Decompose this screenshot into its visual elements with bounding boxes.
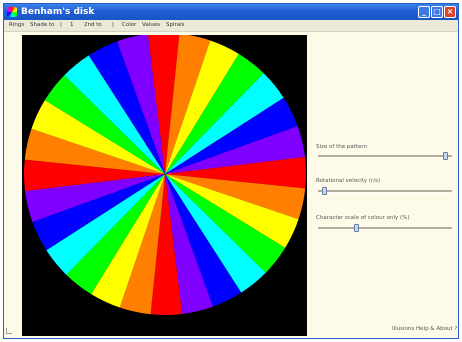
close-button[interactable]: × <box>444 6 456 18</box>
color-scale-slider[interactable] <box>318 224 452 232</box>
minimize-button[interactable]: _ <box>418 6 430 18</box>
pattern-size-slider[interactable] <box>318 152 452 160</box>
rotational-velocity-thumb[interactable] <box>322 187 327 195</box>
menu-item-spirals[interactable]: Spirals <box>166 20 185 31</box>
pinwheel-canvas[interactable] <box>22 33 307 336</box>
menu-item-rings[interactable]: Rings <box>9 20 24 31</box>
pattern-size-label: Size of the pattern <box>316 144 368 150</box>
rotational-velocity-slider[interactable] <box>318 187 452 195</box>
menu-separator: | <box>112 22 114 28</box>
window-title: Benham's disk <box>21 7 95 17</box>
color-scale-label: Character scale of colour only (%) <box>316 215 410 221</box>
title-bar[interactable]: Benham's disk _ □ × <box>4 4 458 20</box>
help-about-link[interactable]: Illusions Help & About ? <box>392 326 457 332</box>
color-scale-thumb[interactable] <box>354 224 359 232</box>
menu-bar: Rings Shade to | 1 2nd to | Color Values… <box>4 20 458 32</box>
menu-separator: | <box>60 22 62 28</box>
menu-item-shade-to[interactable]: Shade to <box>30 20 55 31</box>
app-icon <box>7 7 17 17</box>
pattern-size-thumb[interactable] <box>443 152 448 160</box>
menu-item-color[interactable]: Color <box>122 20 136 31</box>
app-window: Benham's disk _ □ × Rings Shade to | 1 2… <box>3 3 459 339</box>
resize-corner <box>6 328 12 334</box>
maximize-button[interactable]: □ <box>431 6 443 18</box>
rotational-velocity-label: Rotational velocity (r/s) <box>316 178 381 184</box>
menu-item-values[interactable]: Values <box>142 20 160 31</box>
menu-item-2nd-to[interactable]: 2nd to <box>84 20 102 31</box>
menu-item-1[interactable]: 1 <box>70 20 74 31</box>
pinwheel-disk <box>24 33 306 315</box>
